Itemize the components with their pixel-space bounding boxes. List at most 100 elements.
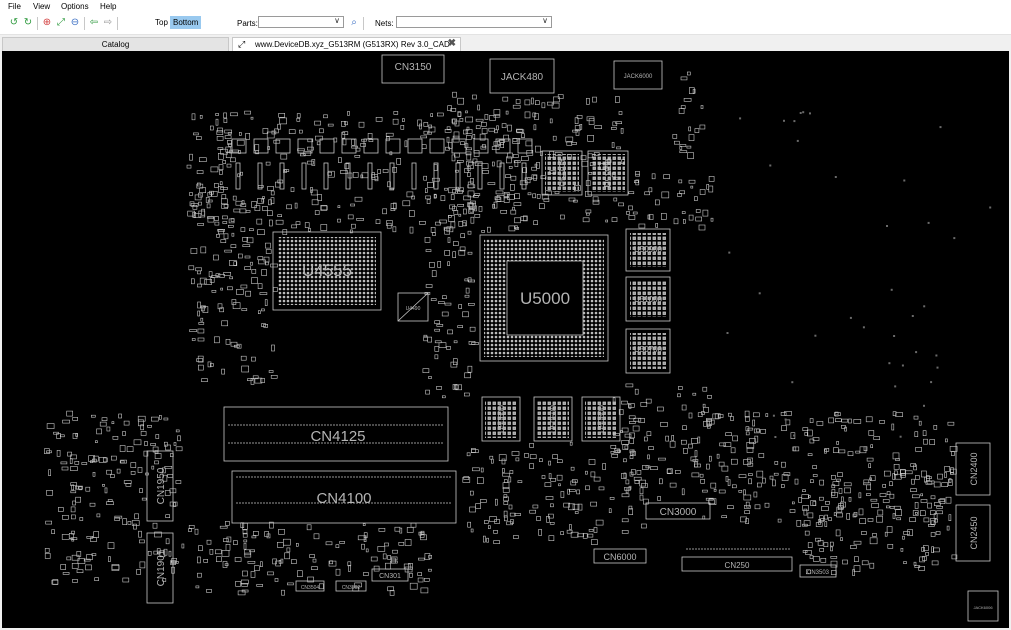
smd-part [804, 530, 810, 536]
via [862, 326, 865, 329]
smd-part [46, 489, 53, 496]
smd-part [809, 438, 815, 444]
smd-part [195, 267, 202, 272]
smd-part [470, 216, 475, 224]
smd-part [725, 432, 732, 437]
smd-part [373, 565, 380, 572]
label-jack6000: JACK6000 [624, 74, 653, 80]
smd-part [220, 287, 223, 291]
smd-part [448, 187, 456, 194]
smd-part [311, 199, 319, 206]
smd-part [159, 414, 162, 420]
smd-part [235, 580, 241, 587]
smd-part [244, 110, 251, 115]
smd-part [731, 484, 737, 489]
smd-part [598, 486, 605, 491]
smd-part [919, 556, 925, 563]
menu-view[interactable]: View [33, 2, 50, 11]
smd-part [708, 176, 715, 182]
smd-part [752, 419, 756, 427]
menu-help[interactable]: Help [100, 2, 116, 11]
smd-part [718, 461, 725, 467]
smd-part [112, 435, 119, 440]
tab-catalog[interactable]: Catalog [2, 37, 229, 51]
tab-board-file[interactable]: ⤢ www.DeviceDB.xyz_G513RM (G513RX) Rev 3… [232, 37, 461, 51]
smd-part [534, 163, 538, 167]
smd-part [803, 520, 811, 526]
smd-part [629, 455, 634, 459]
smd-part [286, 547, 291, 553]
smd-part [650, 466, 658, 471]
smd-part [488, 127, 496, 132]
smd-part [933, 424, 938, 430]
smd-part [651, 173, 656, 180]
parts-combobox[interactable]: ∨ [258, 16, 344, 28]
smd-part [700, 478, 705, 484]
smd-part [411, 162, 417, 190]
smd-part [509, 184, 515, 191]
smd-part [920, 493, 924, 497]
smd-part [291, 224, 297, 229]
smd-part [430, 113, 434, 117]
zoom-in-icon[interactable]: ⊕ [41, 17, 53, 29]
pcb-layout[interactable]: U4555 U5000 U50900 U51000 U50700 CN4125 … [2, 51, 1009, 628]
smd-part [686, 145, 692, 149]
smd-part [251, 535, 257, 539]
search-parts-icon[interactable]: ⌕ [348, 17, 360, 29]
smd-part [472, 134, 476, 139]
label-cn1901: CN1901 [156, 549, 167, 586]
smd-part [222, 221, 228, 224]
fit-icon[interactable]: ⤢ [55, 17, 67, 29]
rotate-left-icon[interactable]: ↺ [8, 17, 20, 29]
smd-part [489, 115, 496, 121]
back-arrow-icon[interactable]: ⇦ [88, 17, 100, 29]
smd-part [256, 218, 263, 225]
smd-part [919, 510, 926, 517]
smd-part [306, 524, 312, 531]
smd-part [774, 461, 779, 465]
smd-part [469, 326, 476, 332]
smd-part [130, 462, 137, 468]
smd-part [66, 410, 73, 417]
smd-part [375, 117, 383, 122]
smd-part [44, 547, 50, 553]
smd-part [500, 142, 505, 148]
smd-part [802, 489, 806, 493]
smd-part [514, 160, 519, 167]
rotate-right-icon[interactable]: ↻ [22, 17, 34, 29]
smd-part [486, 537, 489, 543]
smd-part [515, 457, 520, 462]
smd-part [267, 571, 274, 576]
menu-options[interactable]: Options [61, 2, 89, 11]
label-cn6000: CN6000 [603, 552, 636, 562]
smd-part [510, 175, 517, 181]
smd-part [323, 162, 329, 190]
side-top-button[interactable]: Top [152, 16, 171, 29]
smd-part [425, 284, 433, 288]
smd-part [76, 569, 84, 574]
board-viewer[interactable]: U4555 U5000 U50900 U51000 U50700 CN4125 … [2, 51, 1009, 628]
nets-combobox[interactable]: ∨ [396, 16, 552, 28]
smd-part [918, 420, 922, 426]
smd-part [108, 556, 111, 562]
smd-part [409, 582, 418, 590]
pin-icon[interactable]: ⤢ [238, 38, 245, 51]
smd-part [896, 517, 902, 521]
smd-part [657, 496, 661, 501]
menu-file[interactable]: File [8, 2, 21, 11]
smd-part [941, 482, 949, 488]
label-cn301: CN301 [379, 573, 401, 580]
side-bottom-button[interactable]: Bottom [170, 16, 202, 29]
close-icon[interactable]: ✖ [448, 37, 456, 50]
forward-arrow-icon[interactable]: ⇨ [102, 17, 114, 29]
smd-part [697, 436, 701, 444]
zoom-out-icon[interactable]: ⊖ [69, 17, 81, 29]
smd-part [297, 570, 303, 578]
smd-part [119, 445, 126, 452]
smd-part [865, 416, 873, 423]
smd-part [625, 383, 634, 388]
label-cn4100: CN4100 [316, 490, 371, 507]
smd-part [62, 419, 70, 424]
smd-part [611, 142, 615, 148]
smd-part [560, 491, 565, 498]
